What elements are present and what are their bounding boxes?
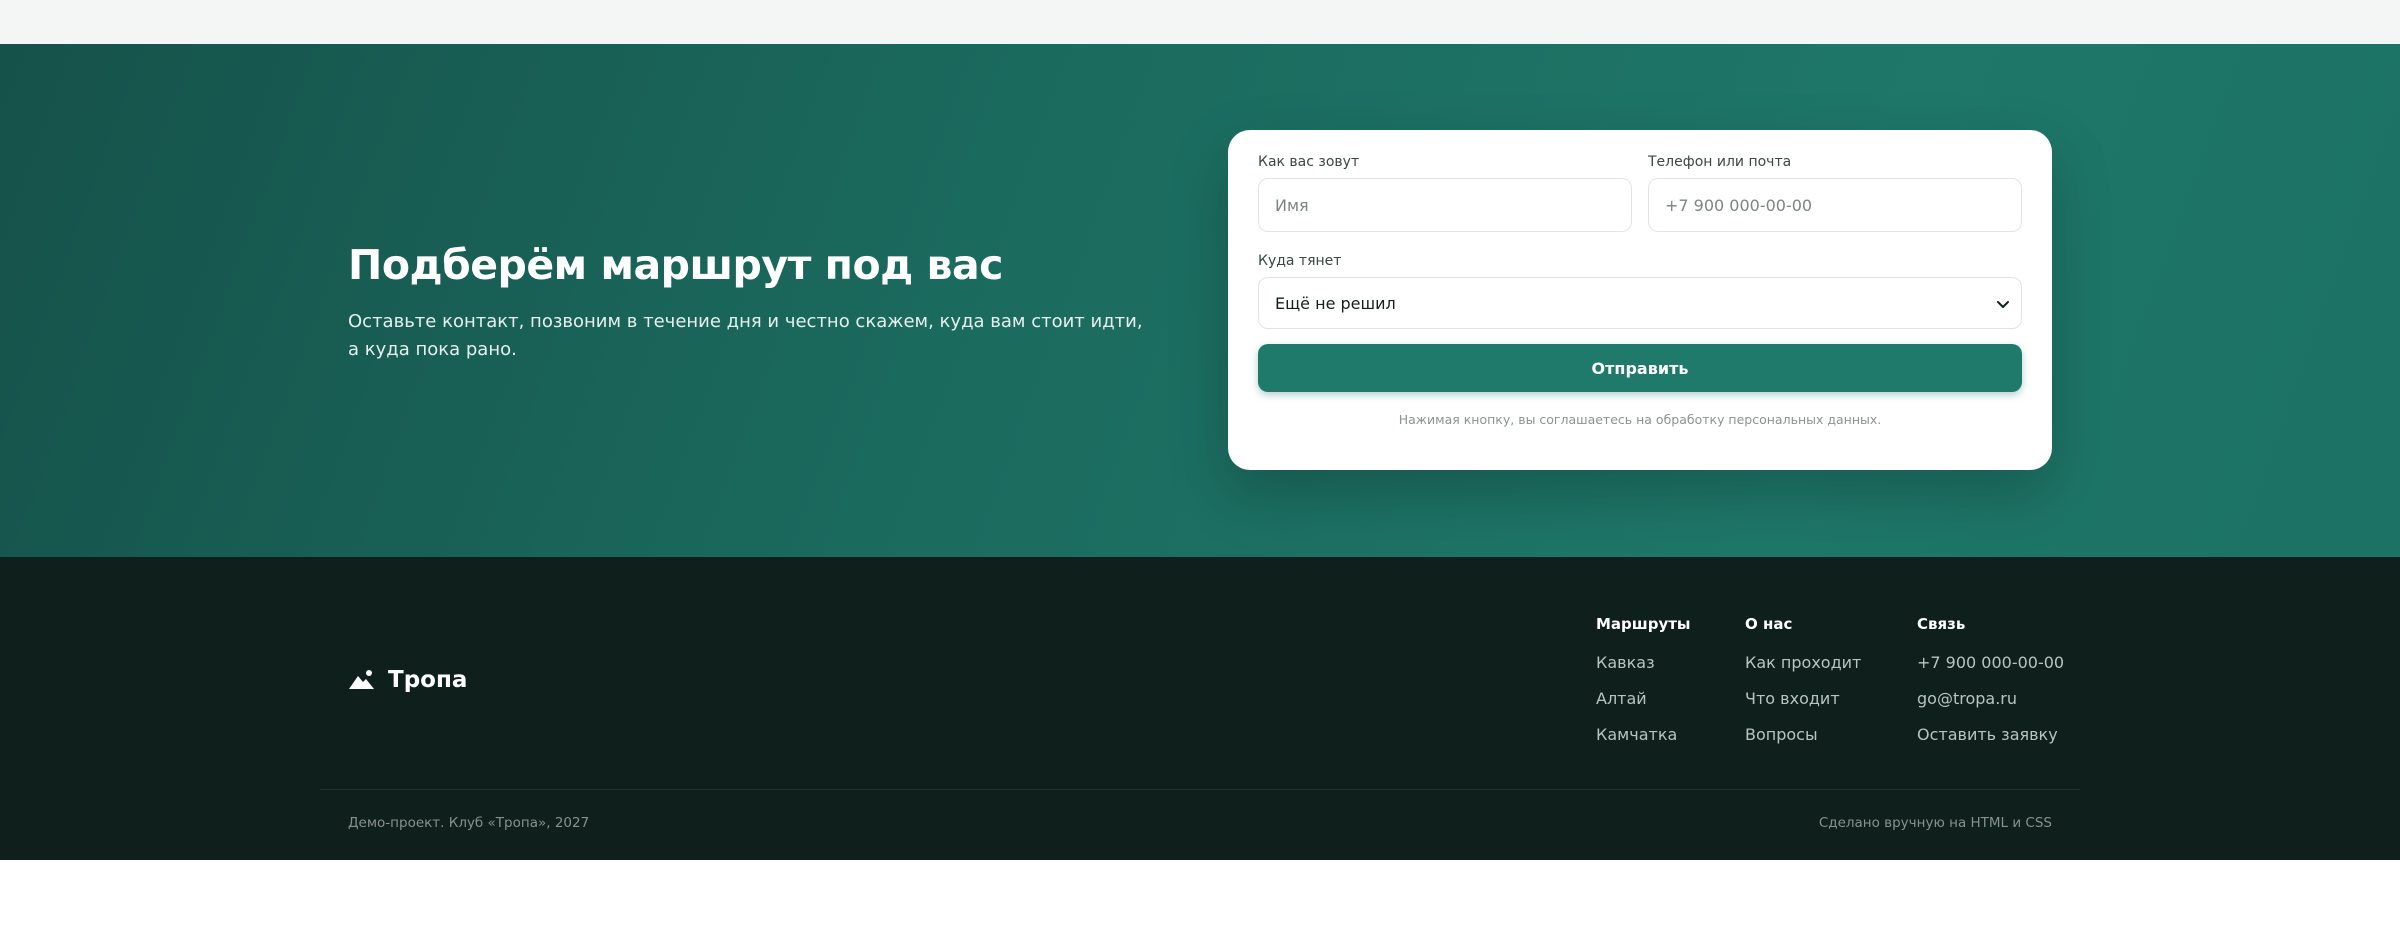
footer-column-contact: Связь +7 900 000-00-00 go@tropa.ru Остав… xyxy=(1917,615,2064,761)
brand-name: Тропа xyxy=(388,667,468,693)
footer-brand[interactable]: Тропа xyxy=(348,667,467,693)
footer-column-title: О нас xyxy=(1745,615,1793,633)
contact-section: Подберём маршрут под вас Оставьте контак… xyxy=(0,44,2400,557)
mountain-icon xyxy=(349,670,374,689)
footer-link-phone[interactable]: +7 900 000-00-00 xyxy=(1917,653,2064,673)
contact-subtitle: Оставьте контакт, позвоним в течение дня… xyxy=(348,311,1143,360)
footer-made-with: Сделано вручную на HTML и CSS xyxy=(1818,815,2052,831)
submit-button[interactable]: Отправить xyxy=(1258,344,2022,392)
footer-copyright: Демо-проект. Клуб «Тропа», 2027 xyxy=(348,815,590,831)
contact-label: Телефон или почта xyxy=(1648,154,1792,170)
destination-select[interactable]: Ещё не решил xyxy=(1258,277,2022,329)
footer-column-title: Маршруты xyxy=(1596,615,1691,633)
footer-column-title: Связь xyxy=(1917,615,1966,633)
footer-link-email[interactable]: go@tropa.ru xyxy=(1917,689,2064,709)
destination-selected-value: Ещё не решил xyxy=(1275,293,1396,313)
chevron-down-icon xyxy=(1997,301,2009,308)
footer-link-request[interactable]: Оставить заявку xyxy=(1917,725,2064,745)
footer-link-kamchatka[interactable]: Камчатка xyxy=(1596,725,1691,745)
contact-form: Как вас зовут Имя Телефон или почта +7 9… xyxy=(1228,130,2052,470)
top-strip xyxy=(0,0,2400,44)
footer-link-how-it-works[interactable]: Как проходит xyxy=(1745,653,1861,673)
name-placeholder: Имя xyxy=(1275,195,1309,215)
site-footer: Тропа Маршруты Кавказ Алтай Камчатка О н… xyxy=(0,557,2400,860)
footer-column-about: О нас Как проходит Что входит Вопросы xyxy=(1745,615,1861,761)
footer-column-routes: Маршруты Кавказ Алтай Камчатка xyxy=(1596,615,1691,761)
consent-note: Нажимая кнопку, вы соглашаетесь на обраб… xyxy=(1398,412,1882,427)
name-label: Как вас зовут xyxy=(1258,154,1360,170)
contact-input[interactable]: +7 900 000-00-00 xyxy=(1648,178,2022,232)
contact-title: Подберём маршрут под вас xyxy=(348,241,1003,289)
destination-label: Куда тянет xyxy=(1258,253,1342,269)
footer-link-caucasus[interactable]: Кавказ xyxy=(1596,653,1691,673)
footer-link-faq[interactable]: Вопросы xyxy=(1745,725,1861,745)
name-input[interactable]: Имя xyxy=(1258,178,1632,232)
footer-divider xyxy=(320,789,2080,790)
contact-intro: Подберём маршрут под вас Оставьте контак… xyxy=(348,238,1158,364)
footer-link-altai[interactable]: Алтай xyxy=(1596,689,1691,709)
footer-link-whats-included[interactable]: Что входит xyxy=(1745,689,1861,709)
contact-placeholder: +7 900 000-00-00 xyxy=(1665,195,1813,215)
